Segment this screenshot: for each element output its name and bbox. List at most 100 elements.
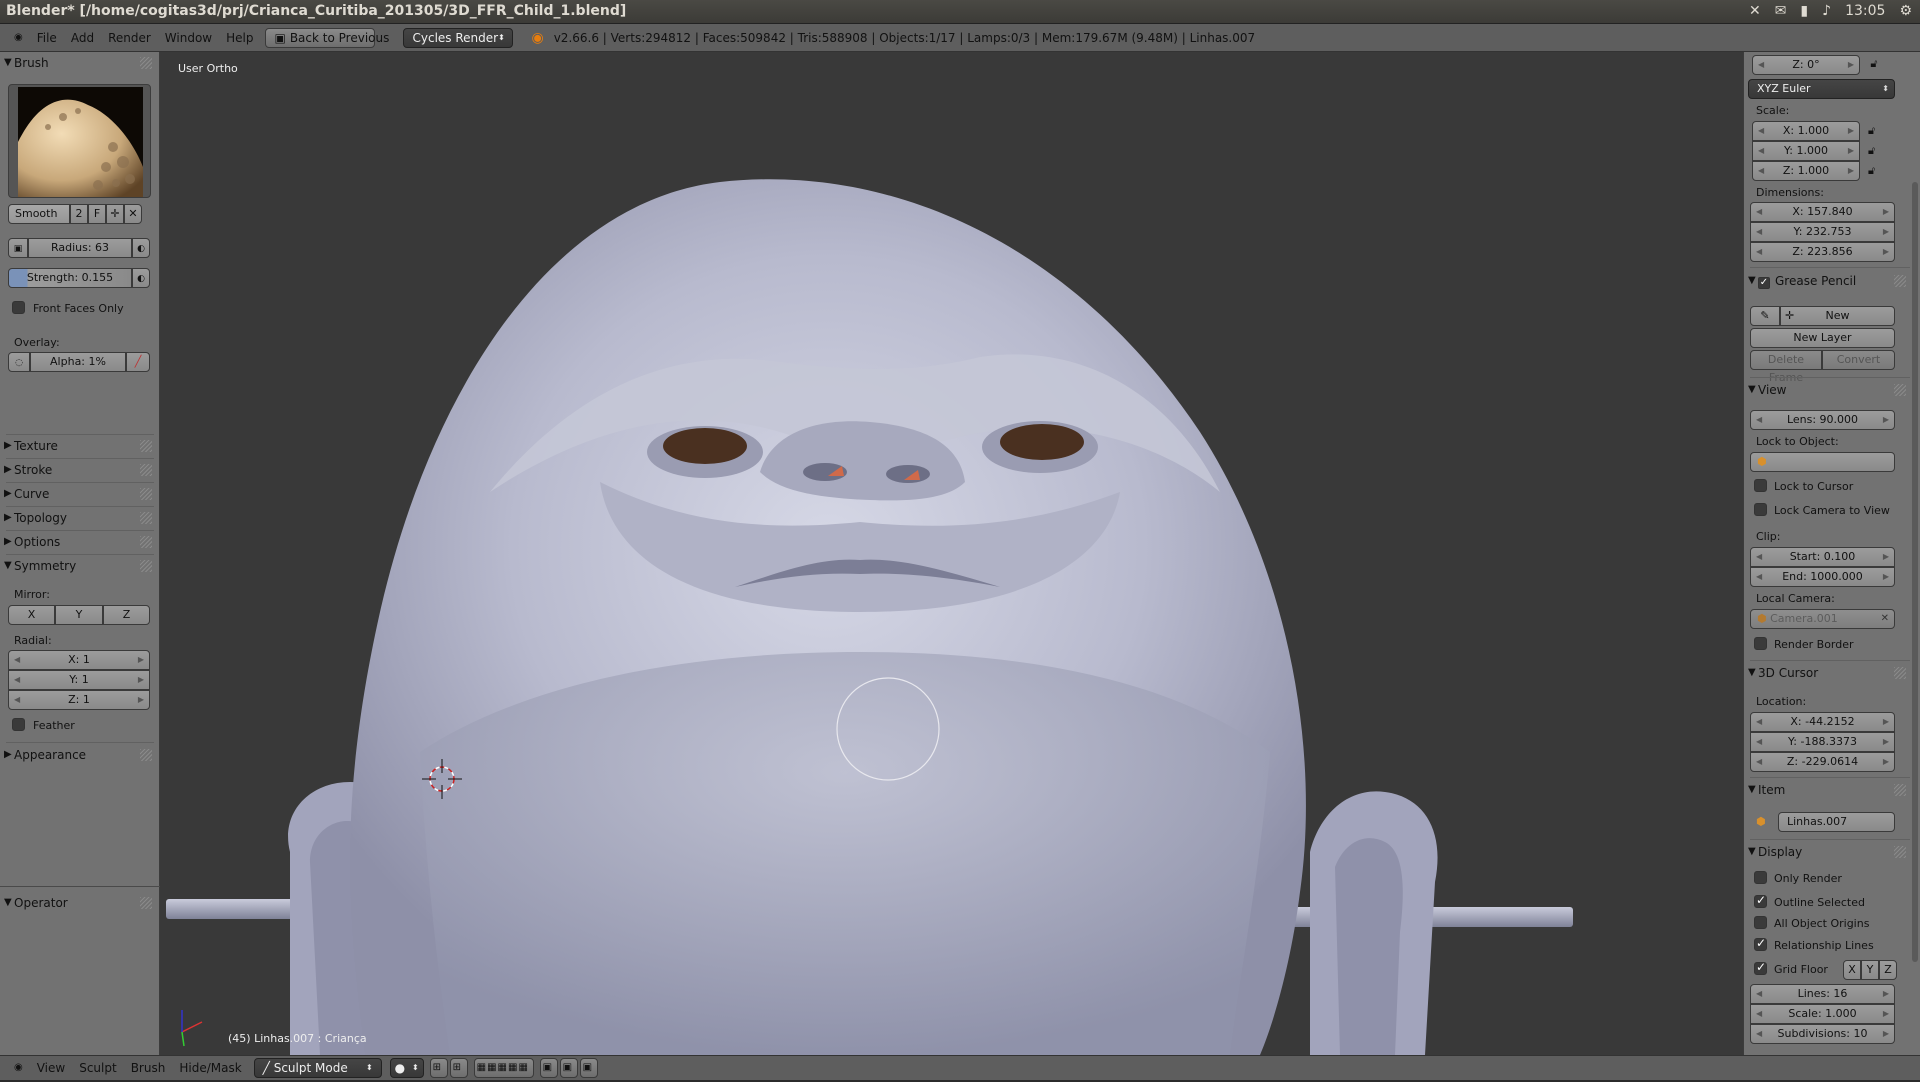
rotation-z-field[interactable]: ◀ Z: 0° ▶	[1752, 55, 1860, 75]
local-camera-field[interactable]: ⬢ Camera.001 ✕	[1750, 609, 1895, 629]
editor-type-icon[interactable]: ◉	[8, 1054, 29, 1082]
stroke-panel-header[interactable]: ▶ Stroke	[0, 459, 160, 481]
grid-axis-z-toggle[interactable]: Z	[1879, 960, 1897, 980]
scale-z-lock-icon[interactable]: 🔓︎	[1868, 164, 1875, 178]
grease-pencil-panel-header[interactable]: ▼ ✓ Grease Pencil	[1744, 270, 1914, 292]
scale-x-field[interactable]: ◀ X: 1.000 ▶	[1752, 121, 1860, 141]
grid-scale-field[interactable]: ◀ Scale: 1.000 ▶	[1750, 1004, 1895, 1024]
gear-icon[interactable]: ⚙	[1899, 3, 1912, 19]
convert-button[interactable]: Convert	[1822, 350, 1895, 370]
lock-layers-button[interactable]: ▣	[539, 1058, 558, 1078]
radial-x-field[interactable]: ◀ X: 1 ▶	[8, 650, 150, 670]
symmetry-panel-header[interactable]: ▼ Symmetry	[0, 555, 160, 577]
render-animation-button[interactable]: ▣	[579, 1058, 598, 1078]
strength-pressure-button[interactable]: ◐	[132, 268, 150, 288]
grid-axis-x-toggle[interactable]: X	[1843, 960, 1861, 980]
menu-hide-mask[interactable]: Hide/Mask	[173, 1054, 247, 1082]
rotation-mode-select[interactable]: XYZ Euler ⬍	[1748, 79, 1895, 99]
delete-frame-button[interactable]: Delete Frame	[1750, 350, 1822, 384]
menu-brush[interactable]: Brush	[125, 1054, 172, 1082]
pivot-point-button[interactable]: ⊞	[429, 1058, 448, 1078]
only-render-checkbox[interactable]	[1754, 871, 1767, 884]
menu-file[interactable]: File	[31, 24, 63, 52]
dimension-z-field[interactable]: ◀ Z: 223.856 ▶	[1750, 242, 1895, 262]
radius-field[interactable]: Radius: 63	[28, 238, 132, 258]
radial-z-field[interactable]: ◀ Z: 1 ▶	[8, 690, 150, 710]
brush-panel-header[interactable]: ▼ Brush	[0, 52, 160, 74]
front-faces-checkbox[interactable]	[12, 301, 25, 314]
menu-window[interactable]: Window	[159, 24, 218, 52]
strength-field[interactable]: Strength: 0.155	[8, 268, 132, 288]
fake-user-button[interactable]: F	[88, 204, 106, 224]
curve-panel-header[interactable]: ▶ Curve	[0, 483, 160, 505]
layers-button[interactable]: ▦▦▦▦▦	[473, 1058, 534, 1078]
clock[interactable]: 13:05	[1845, 3, 1885, 19]
properties-scrollbar[interactable]	[1912, 182, 1918, 962]
grease-pencil-datablock[interactable]: ✎	[1750, 306, 1780, 326]
lock-to-cursor-checkbox[interactable]	[1754, 479, 1767, 492]
brush-users-count[interactable]: 2	[70, 204, 88, 224]
signal-icon[interactable]: ▮	[1800, 3, 1808, 19]
mirror-z-toggle[interactable]: Z	[103, 605, 150, 625]
grease-pencil-new-button[interactable]: ✛ New	[1780, 306, 1895, 326]
new-layer-button[interactable]: New Layer	[1750, 328, 1895, 348]
volume-icon[interactable]: ♪	[1822, 3, 1831, 19]
overlay-color-button[interactable]: ╱	[126, 352, 150, 372]
relationship-lines-checkbox[interactable]	[1754, 936, 1767, 951]
cursor-location-z-field[interactable]: ◀ Z: -229.0614 ▶	[1750, 752, 1895, 772]
menu-sculpt[interactable]: Sculpt	[73, 1054, 122, 1082]
render-preview-button[interactable]: ▣	[559, 1058, 578, 1078]
grid-floor-checkbox[interactable]	[1754, 960, 1767, 975]
appearance-panel-header[interactable]: ▶ Appearance	[0, 744, 160, 766]
grid-subdivisions-field[interactable]: ◀ Subdivisions: 10 ▶	[1750, 1024, 1895, 1044]
scale-z-field[interactable]: ◀ Z: 1.000 ▶	[1752, 161, 1860, 181]
brush-name-field[interactable]: Smooth	[8, 204, 70, 224]
menu-add[interactable]: Add	[65, 24, 100, 52]
radius-pressure-button[interactable]: ◐	[132, 238, 150, 258]
3d-cursor-panel-header[interactable]: ▼ 3D Cursor	[1744, 662, 1914, 684]
mode-select[interactable]: ╱ Sculpt Mode ⬍	[253, 1058, 382, 1078]
cursor-location-x-field[interactable]: ◀ X: -44.2152 ▶	[1750, 712, 1895, 732]
dimension-y-field[interactable]: ◀ Y: 232.753 ▶	[1750, 222, 1895, 242]
lock-camera-checkbox[interactable]	[1754, 503, 1767, 516]
operator-panel-header[interactable]: ▼ Operator	[0, 892, 160, 914]
scale-x-lock-icon[interactable]: 🔓︎	[1868, 124, 1875, 138]
add-brush-button[interactable]: ✛	[106, 204, 124, 224]
rotation-z-lock[interactable]: 🔓︎	[1864, 55, 1884, 75]
editor-type-icon[interactable]: ◉	[8, 24, 29, 52]
item-name-field[interactable]: Linhas.007	[1778, 812, 1895, 832]
overlay-toggle[interactable]: ◌	[8, 352, 30, 372]
render-border-checkbox[interactable]	[1754, 637, 1767, 650]
scale-y-field[interactable]: ◀ Y: 1.000 ▶	[1752, 141, 1860, 161]
clip-start-field[interactable]: ◀ Start: 0.100 ▶	[1750, 547, 1895, 567]
grease-pencil-checkbox[interactable]: ✓	[1758, 277, 1770, 289]
unlink-brush-button[interactable]: ✕	[124, 204, 142, 224]
display-panel-header[interactable]: ▼ Display	[1744, 841, 1914, 863]
topology-panel-header[interactable]: ▶ Topology	[0, 507, 160, 529]
mirror-y-toggle[interactable]: Y	[55, 605, 103, 625]
grid-lines-field[interactable]: ◀ Lines: 16 ▶	[1750, 984, 1895, 1004]
lens-field[interactable]: ◀ Lens: 90.000 ▶	[1750, 410, 1895, 430]
lock-to-object-field[interactable]: ⬢	[1750, 452, 1895, 472]
back-to-previous-button[interactable]: ▣ Back to Previous	[265, 27, 389, 48]
view-panel-header[interactable]: ▼ View	[1744, 379, 1914, 401]
brush-preview[interactable]	[8, 84, 151, 198]
menu-view[interactable]: View	[31, 1054, 71, 1082]
options-panel-header[interactable]: ▶ Options	[0, 531, 160, 553]
menu-render[interactable]: Render	[102, 24, 157, 52]
manipulator-button[interactable]: ⊞	[449, 1058, 468, 1078]
dimension-x-field[interactable]: ◀ X: 157.840 ▶	[1750, 202, 1895, 222]
3d-viewport[interactable]: User Ortho (45) Linhas.007 : Criança	[160, 52, 1743, 1055]
all-object-origins-checkbox[interactable]	[1754, 916, 1767, 929]
viewport-shading-select[interactable]: ● ⬍	[389, 1058, 424, 1078]
mail-icon[interactable]: ✉	[1775, 3, 1787, 19]
scale-y-lock-icon[interactable]: 🔓︎	[1868, 144, 1875, 158]
feather-checkbox[interactable]	[12, 718, 25, 731]
radius-lock-button[interactable]: ▣	[8, 238, 28, 258]
outline-selected-checkbox[interactable]	[1754, 893, 1767, 908]
radial-y-field[interactable]: ◀ Y: 1 ▶	[8, 670, 150, 690]
menu-help[interactable]: Help	[220, 24, 259, 52]
texture-panel-header[interactable]: ▶ Texture	[0, 435, 160, 457]
mirror-x-toggle[interactable]: X	[8, 605, 55, 625]
cursor-location-y-field[interactable]: ◀ Y: -188.3373 ▶	[1750, 732, 1895, 752]
